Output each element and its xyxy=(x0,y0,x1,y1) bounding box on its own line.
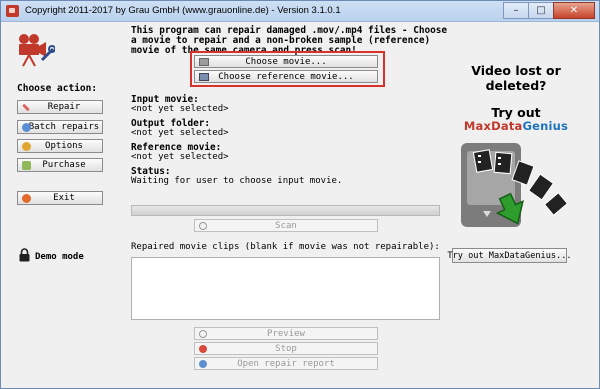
title-bar[interactable]: Copyright 2011-2017 by Grau GmbH (www.gr… xyxy=(1,1,599,22)
lock-icon xyxy=(19,248,30,262)
progress-bar xyxy=(131,205,440,216)
stop-icon xyxy=(199,345,207,353)
app-icon xyxy=(6,5,19,17)
open-report-label: Open repair report xyxy=(237,358,335,369)
stop-button[interactable]: Stop xyxy=(194,342,378,355)
choose-reference-button[interactable]: Choose reference movie... xyxy=(194,70,378,83)
app-window: Copyright 2011-2017 by Grau GmbH (www.gr… xyxy=(0,0,600,389)
minimize-button[interactable]: – xyxy=(503,2,529,19)
window-title: Copyright 2011-2017 by Grau GmbH (www.gr… xyxy=(25,5,341,16)
purchase-label: Purchase xyxy=(42,160,86,170)
preview-label: Preview xyxy=(267,328,305,339)
choose-movie-label: Choose movie... xyxy=(245,56,327,67)
movie-file-icon xyxy=(199,58,209,66)
maximize-button[interactable]: □ xyxy=(528,2,554,19)
play-icon xyxy=(199,330,207,338)
reference-movie-value: <not yet selected> xyxy=(131,152,229,162)
choose-movie-button[interactable]: Choose movie... xyxy=(194,55,378,68)
scan-label: Scan xyxy=(275,220,297,231)
brand-part-b: Genius xyxy=(522,119,569,133)
choose-action-heading: Choose action: xyxy=(17,83,98,94)
options-label: Options xyxy=(45,141,83,151)
try-maxdatagenius-button[interactable]: Try out MaxDataGenius... xyxy=(447,248,572,263)
brand-part-a: MaxData xyxy=(463,119,523,133)
stop-label: Stop xyxy=(275,343,297,354)
info-icon xyxy=(199,360,207,368)
status-value: Waiting for user to choose input movie. xyxy=(131,176,343,186)
batch-icon xyxy=(22,123,31,132)
preview-button[interactable]: Preview xyxy=(194,327,378,340)
wrench-icon xyxy=(22,103,30,112)
promo-headline: Video lost or deleted? xyxy=(471,63,561,93)
options-icon xyxy=(22,142,31,151)
demo-mode-label: Demo mode xyxy=(35,252,84,262)
batch-repairs-label: Batch repairs xyxy=(28,122,100,132)
exit-icon xyxy=(22,194,31,203)
close-button[interactable]: ✕ xyxy=(553,2,595,19)
magnifier-icon xyxy=(199,222,207,230)
camera-logo-icon xyxy=(19,34,55,67)
options-button[interactable]: Options xyxy=(17,139,103,153)
repair-label: Repair xyxy=(47,102,81,112)
input-movie-value: <not yet selected> xyxy=(131,104,229,114)
clips-label: Repaired movie clips (blank if movie was… xyxy=(131,242,440,252)
batch-repairs-button[interactable]: Batch repairs xyxy=(17,120,103,134)
output-folder-value: <not yet selected> xyxy=(131,128,229,138)
purchase-button[interactable]: Purchase xyxy=(17,158,103,172)
window-controls: – □ ✕ xyxy=(503,2,595,19)
open-report-button[interactable]: Open repair report xyxy=(194,357,378,370)
promo-try-out: Try out xyxy=(491,105,541,120)
repair-button[interactable]: Repair xyxy=(17,100,103,114)
reference-file-icon xyxy=(199,73,209,81)
scan-button[interactable]: Scan xyxy=(194,219,378,232)
exit-button[interactable]: Exit xyxy=(17,191,103,205)
film-recovery-icon xyxy=(461,143,569,227)
cart-icon xyxy=(22,161,31,170)
choose-reference-label: Choose reference movie... xyxy=(218,71,354,82)
repaired-clips-list[interactable] xyxy=(131,257,440,320)
promo-brand: MaxDataGenius xyxy=(451,119,581,133)
exit-label: Exit xyxy=(53,193,75,203)
